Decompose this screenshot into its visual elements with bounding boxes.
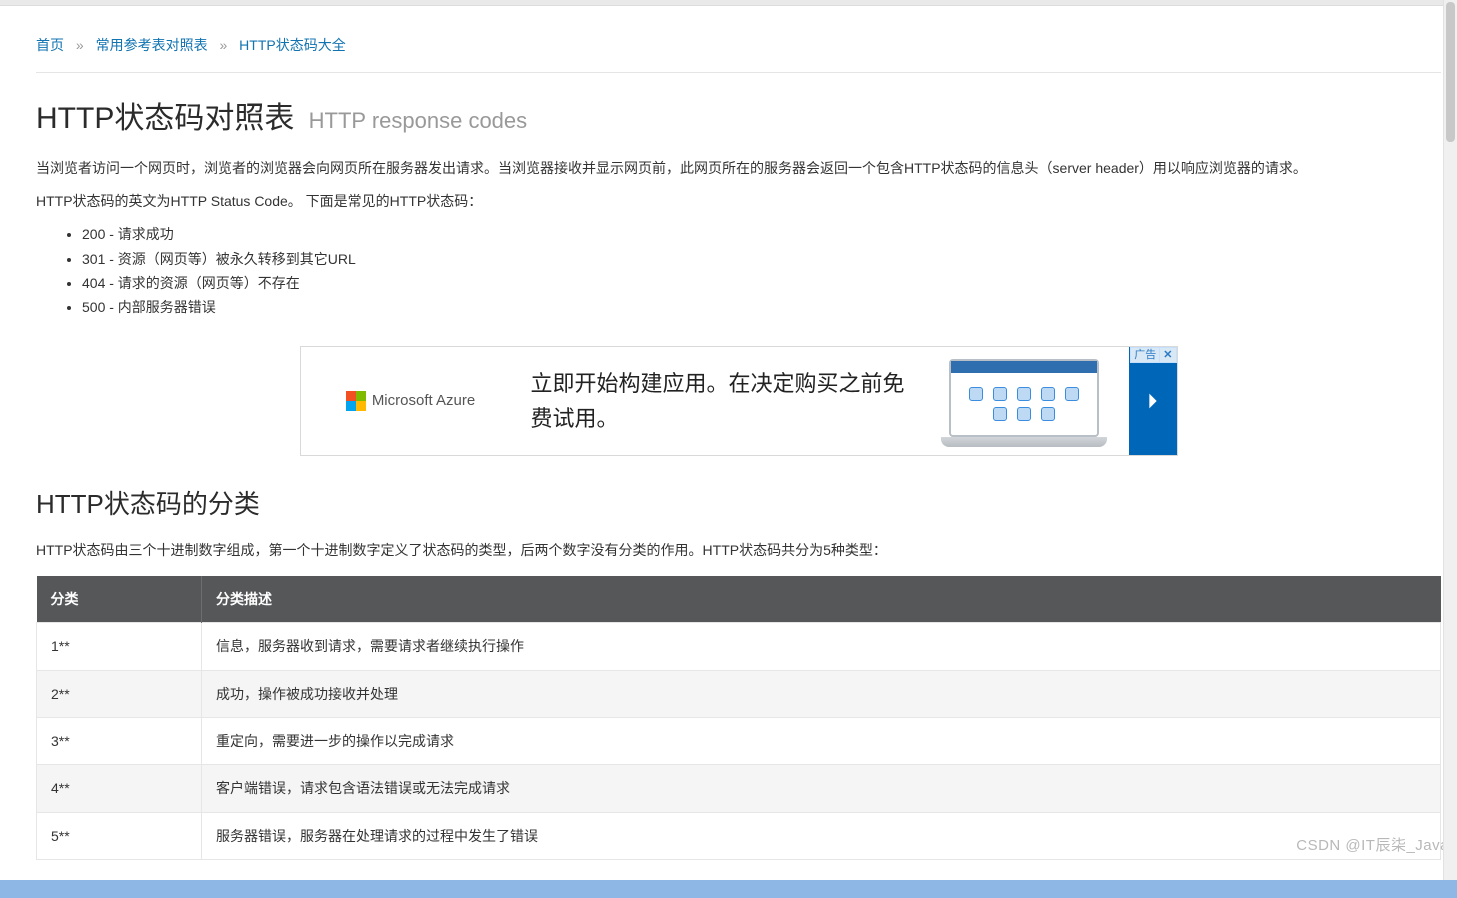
page-title-subtitle: HTTP response codes (309, 108, 527, 133)
table-header-category: 分类 (37, 576, 202, 623)
footer-strip (0, 880, 1457, 898)
breadcrumb-current-link[interactable]: HTTP状态码大全 (239, 37, 346, 53)
ad-brand-text: Microsoft Azure (372, 389, 475, 413)
table-header-description: 分类描述 (202, 576, 1441, 623)
cell-category: 5** (37, 812, 202, 859)
laptop-icon (949, 359, 1099, 447)
intro-block: 当浏览者访问一个网页时，浏览者的浏览器会向网页所在服务器发出请求。当浏览器接收并… (36, 157, 1441, 212)
cell-category: 2** (37, 670, 202, 717)
list-item: 500 - 内部服务器错误 (82, 295, 1441, 319)
cell-description: 重定向，需要进一步的操作以完成请求 (202, 717, 1441, 764)
cell-category: 4** (37, 765, 202, 812)
ad-device-image (919, 347, 1129, 455)
breadcrumb-sep: » (219, 37, 227, 53)
list-item: 404 - 请求的资源（网页等）不存在 (82, 271, 1441, 295)
breadcrumb-mid-link[interactable]: 常用参考表对照表 (96, 37, 208, 53)
ad-headline: 立即开始构建应用。在决定购买之前免费试用。 (521, 347, 919, 455)
table-row: 4** 客户端错误，请求包含语法错误或无法完成请求 (37, 765, 1441, 812)
cell-category: 3** (37, 717, 202, 764)
table-row: 5** 服务器错误，服务器在处理请求的过程中发生了错误 (37, 812, 1441, 859)
ad-banner[interactable]: 广告 ✕ Microsoft Azure 立即开始构建应用。在决定购买之前免费试… (300, 346, 1178, 456)
divider (36, 72, 1441, 73)
section-title-categories: HTTP状态码的分类 (36, 484, 1441, 526)
intro-paragraph-2: HTTP状态码的英文为HTTP Status Code。 下面是常见的HTTP状… (36, 190, 1441, 212)
page-content: 首页 » 常用参考表对照表 » HTTP状态码大全 HTTP状态码对照表 HTT… (0, 6, 1457, 880)
ad-close-button[interactable]: ✕ (1159, 348, 1175, 362)
table-row: 3** 重定向，需要进一步的操作以完成请求 (37, 717, 1441, 764)
cell-description: 服务器错误，服务器在处理请求的过程中发生了错误 (202, 812, 1441, 859)
breadcrumb: 首页 » 常用参考表对照表 » HTTP状态码大全 (36, 6, 1441, 72)
page-title-main: HTTP状态码对照表 (36, 102, 294, 135)
ad-cta-button[interactable] (1129, 347, 1177, 455)
table-row: 2** 成功，操作被成功接收并处理 (37, 670, 1441, 717)
chevron-right-icon (1142, 390, 1164, 412)
scrollbar-thumb[interactable] (1446, 2, 1455, 142)
section-intro-categories: HTTP状态码由三个十进制数字组成，第一个十进制数字定义了状态码的类型，后两个数… (36, 539, 1441, 561)
cell-description: 客户端错误，请求包含语法错误或无法完成请求 (202, 765, 1441, 812)
breadcrumb-sep: » (76, 37, 84, 53)
cell-description: 成功，操作被成功接收并处理 (202, 670, 1441, 717)
categories-table: 分类 分类描述 1** 信息，服务器收到请求，需要请求者继续执行操作 2** 成… (36, 576, 1441, 860)
ad-container: 广告 ✕ Microsoft Azure 立即开始构建应用。在决定购买之前免费试… (36, 346, 1441, 456)
page-title: HTTP状态码对照表 HTTP response codes (36, 95, 1441, 143)
common-codes-list: 200 - 请求成功 301 - 资源（网页等）被永久转移到其它URL 404 … (36, 222, 1441, 320)
table-header-row: 分类 分类描述 (37, 576, 1441, 623)
list-item: 301 - 资源（网页等）被永久转移到其它URL (82, 247, 1441, 271)
microsoft-logo-icon (346, 391, 366, 411)
list-item: 200 - 请求成功 (82, 222, 1441, 246)
ad-headline-text: 立即开始构建应用。在决定购买之前免费试用。 (531, 366, 909, 436)
cell-category: 1** (37, 623, 202, 670)
table-row: 1** 信息，服务器收到请求，需要请求者继续执行操作 (37, 623, 1441, 670)
ad-label: 广告 (1131, 348, 1159, 362)
intro-paragraph-1: 当浏览者访问一个网页时，浏览者的浏览器会向网页所在服务器发出请求。当浏览器接收并… (36, 157, 1441, 179)
ad-brand: Microsoft Azure (301, 347, 521, 455)
breadcrumb-home-link[interactable]: 首页 (36, 37, 64, 53)
scrollbar[interactable] (1443, 0, 1457, 880)
cell-description: 信息，服务器收到请求，需要请求者继续执行操作 (202, 623, 1441, 670)
ad-corner: 广告 ✕ (1130, 347, 1176, 363)
